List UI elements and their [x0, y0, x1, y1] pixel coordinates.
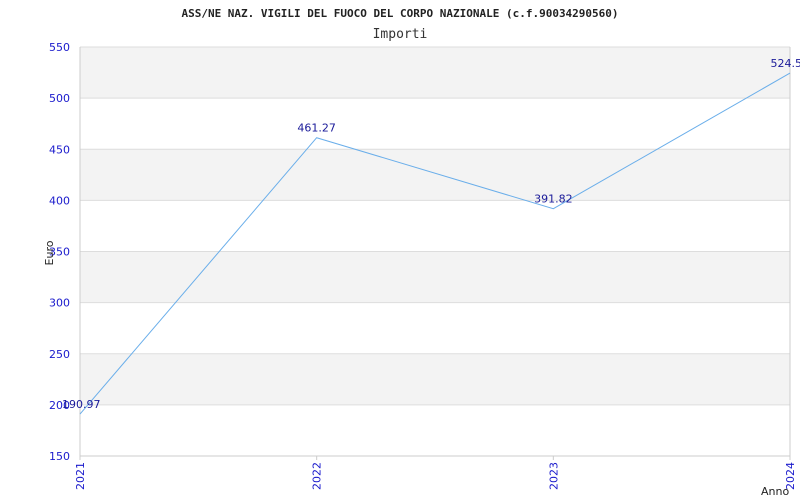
x-tick-label: 2023	[547, 462, 560, 490]
background-band	[80, 302, 790, 354]
background-band	[80, 200, 790, 252]
data-label: 190.97	[62, 398, 101, 411]
y-tick-label: 150	[49, 450, 70, 463]
data-label: 461.27	[297, 122, 336, 135]
x-tick-label: 2022	[311, 462, 324, 490]
data-label: 391.82	[534, 193, 573, 206]
x-axis-title: Anno	[761, 485, 789, 498]
background-band	[80, 47, 790, 99]
x-tick-label: 2021	[74, 462, 87, 490]
y-axis-title: Euro	[43, 240, 56, 265]
y-tick-label: 500	[49, 92, 70, 105]
line-chart: 150200250300350400450500550 2021 2022 2023…	[43, 7, 800, 498]
y-tick-label: 450	[49, 143, 70, 156]
chart-subtitle: Importi	[373, 27, 428, 42]
data-label: 524.5	[771, 57, 800, 70]
x-tick-labels: 2021 2022 2023 2024	[74, 456, 797, 490]
y-tick-label: 300	[49, 297, 70, 310]
y-tick-label: 400	[49, 194, 70, 207]
background-band	[80, 149, 790, 201]
background-band	[80, 98, 790, 150]
y-tick-label: 550	[49, 41, 70, 54]
y-tick-label: 250	[49, 348, 70, 361]
chart-title: ASS/NE NAZ. VIGILI DEL FUOCO DEL CORPO N…	[181, 7, 618, 20]
background-band	[80, 251, 790, 303]
background-band	[80, 404, 790, 456]
background-band	[80, 353, 790, 405]
